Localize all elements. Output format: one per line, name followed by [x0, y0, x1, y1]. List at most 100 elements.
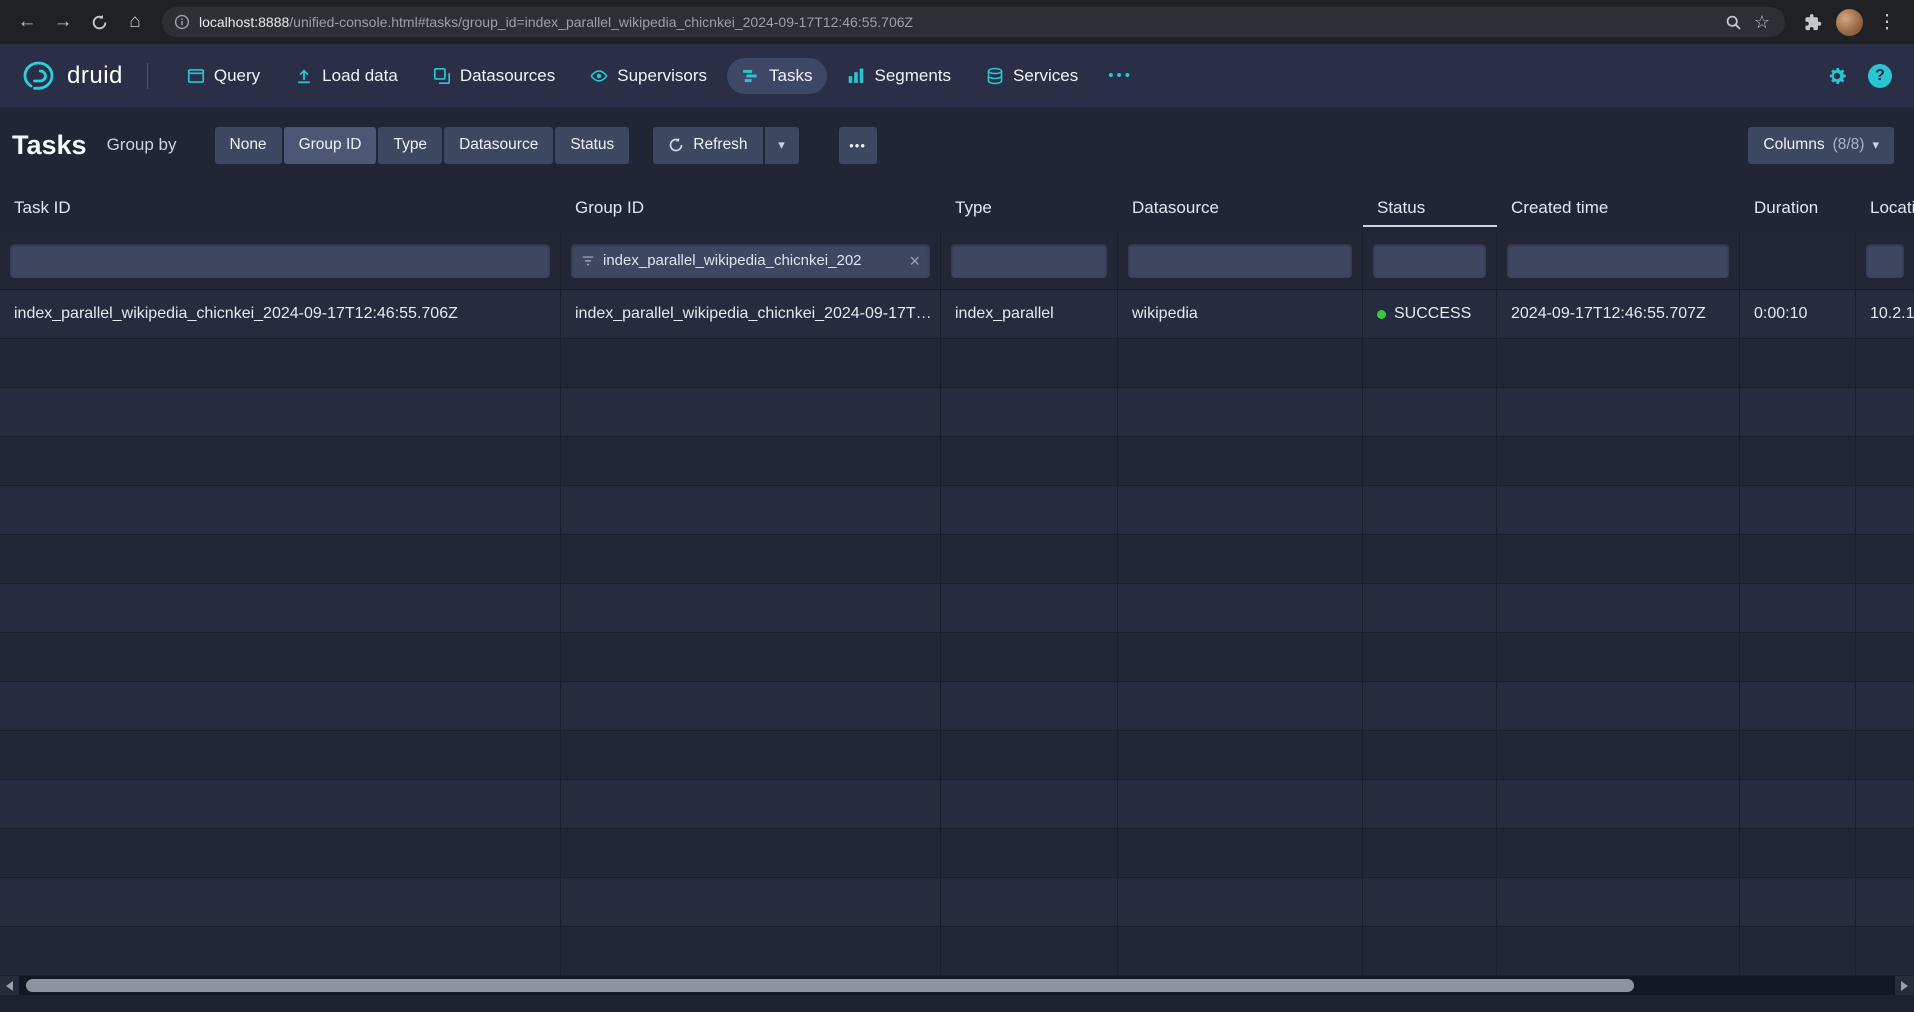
- group-by-group-id-button[interactable]: Group ID: [284, 127, 377, 164]
- table-row-empty: [0, 339, 1914, 388]
- chevron-down-icon: ▾: [1872, 137, 1879, 153]
- nav-label: Services: [1013, 66, 1078, 86]
- empty-cell: [1740, 829, 1856, 877]
- site-info-icon[interactable]: [174, 14, 190, 30]
- group-by-datasource-button[interactable]: Datasource: [444, 127, 553, 164]
- refresh-button[interactable]: Refresh: [653, 127, 762, 164]
- group-id-filter-input[interactable]: index_parallel_wikipedia_chicnkei_202 ×: [571, 244, 930, 278]
- browser-menu-icon[interactable]: ⋮: [1870, 5, 1904, 39]
- column-header-type[interactable]: Type: [941, 183, 1118, 232]
- back-icon[interactable]: ←: [10, 5, 44, 39]
- table-row[interactable]: index_parallel_wikipedia_chicnkei_2024-0…: [0, 290, 1914, 339]
- url-domain: localhost:8888: [199, 14, 289, 30]
- task-id-filter-input[interactable]: [10, 244, 550, 278]
- column-header-location[interactable]: Location: [1856, 183, 1914, 232]
- nav-item-load-data[interactable]: Load data: [280, 58, 413, 94]
- empty-cell: [0, 535, 561, 583]
- refresh-interval-dropdown-button[interactable]: ▾: [765, 127, 799, 164]
- empty-cell: [0, 486, 561, 534]
- help-icon[interactable]: ?: [1868, 64, 1892, 88]
- empty-cell: [1363, 780, 1497, 828]
- column-header-duration[interactable]: Duration: [1740, 183, 1856, 232]
- scrollbar-thumb[interactable]: [26, 979, 1634, 992]
- group-by-button-group: None Group ID Type Datasource Status: [215, 127, 630, 164]
- brand-name: druid: [67, 62, 123, 90]
- forward-icon[interactable]: →: [46, 5, 80, 39]
- empty-cell: [561, 829, 941, 877]
- empty-cell: [0, 780, 561, 828]
- table-row-empty: [0, 829, 1914, 878]
- bookmark-star-icon[interactable]: ☆: [1751, 11, 1773, 33]
- column-header-created-time[interactable]: Created time: [1497, 183, 1740, 232]
- clear-filter-icon[interactable]: ×: [909, 252, 920, 270]
- group-by-type-button[interactable]: Type: [378, 127, 442, 164]
- group-by-status-button[interactable]: Status: [555, 127, 629, 164]
- horizontal-scrollbar[interactable]: [0, 976, 1914, 995]
- cell-datasource: wikipedia: [1118, 290, 1363, 338]
- empty-cell: [1363, 388, 1497, 436]
- druid-logo-icon: [22, 60, 58, 92]
- group-by-none-button[interactable]: None: [215, 127, 282, 164]
- column-header-datasource[interactable]: Datasource: [1118, 183, 1363, 232]
- page-title: Tasks: [12, 130, 87, 161]
- nav-more-icon[interactable]: •••: [1098, 59, 1143, 92]
- empty-cell: [1363, 437, 1497, 485]
- database-icon: [986, 67, 1004, 85]
- zoom-icon[interactable]: [1725, 14, 1742, 31]
- location-filter-input[interactable]: [1866, 244, 1904, 278]
- empty-cell: [1740, 339, 1856, 387]
- druid-logo[interactable]: druid: [22, 60, 123, 92]
- empty-cell: [941, 584, 1118, 632]
- empty-cell: [0, 437, 561, 485]
- nav-item-datasources[interactable]: Datasources: [418, 58, 570, 94]
- empty-cell: [1856, 535, 1914, 583]
- profile-avatar[interactable]: [1836, 9, 1863, 36]
- datasource-filter-input[interactable]: [1128, 244, 1352, 278]
- more-actions-button[interactable]: •••: [839, 127, 877, 164]
- created-time-filter-input[interactable]: [1507, 244, 1729, 278]
- settings-gear-icon[interactable]: [1826, 65, 1848, 87]
- column-header-task-id[interactable]: Task ID: [0, 183, 561, 232]
- cell-status: SUCCESS: [1363, 290, 1497, 338]
- bottom-strip: [0, 995, 1914, 1012]
- nav-label: Query: [214, 66, 260, 86]
- empty-cell: [1497, 633, 1740, 681]
- filter-icon: [581, 254, 595, 268]
- empty-cell: [1856, 927, 1914, 975]
- status-filter-input[interactable]: [1373, 244, 1486, 278]
- empty-cell: [941, 878, 1118, 926]
- empty-cell: [1740, 780, 1856, 828]
- empty-cell: [561, 731, 941, 779]
- column-header-status[interactable]: Status: [1363, 183, 1497, 232]
- column-header-group-id[interactable]: Group ID: [561, 183, 941, 232]
- address-bar[interactable]: localhost:8888/unified-console.html#task…: [162, 7, 1785, 37]
- type-filter-input[interactable]: [951, 244, 1107, 278]
- empty-cell: [1118, 682, 1363, 730]
- nav-item-query[interactable]: Query: [172, 58, 275, 94]
- table-filter-row: index_parallel_wikipedia_chicnkei_202 ×: [0, 232, 1914, 290]
- table-body: index_parallel_wikipedia_chicnkei_2024-0…: [0, 290, 1914, 976]
- empty-cell: [1118, 633, 1363, 681]
- empty-cell: [0, 584, 561, 632]
- scroll-right-button[interactable]: [1895, 976, 1914, 995]
- datasources-icon: [433, 67, 451, 85]
- url-text: localhost:8888/unified-console.html#task…: [199, 14, 1716, 30]
- extensions-icon[interactable]: [1795, 5, 1829, 39]
- nav-item-supervisors[interactable]: Supervisors: [575, 58, 722, 94]
- empty-cell: [0, 927, 561, 975]
- nav-item-segments[interactable]: Segments: [832, 58, 966, 94]
- empty-cell: [1363, 682, 1497, 730]
- empty-cell: [1497, 486, 1740, 534]
- nav-item-tasks[interactable]: Tasks: [727, 58, 827, 94]
- empty-cell: [1497, 780, 1740, 828]
- columns-dropdown-button[interactable]: Columns (8/8) ▾: [1748, 127, 1894, 164]
- cell-location: 10.2.1.: [1856, 290, 1914, 338]
- table-row-empty: [0, 780, 1914, 829]
- scroll-left-button[interactable]: [0, 976, 19, 995]
- reload-icon[interactable]: [82, 5, 116, 39]
- nav-item-services[interactable]: Services: [971, 58, 1093, 94]
- home-icon[interactable]: ⌂: [118, 5, 152, 39]
- empty-cell: [1118, 535, 1363, 583]
- navbar-divider: [147, 63, 148, 89]
- cell-created-time: 2024-09-17T12:46:55.707Z: [1497, 290, 1740, 338]
